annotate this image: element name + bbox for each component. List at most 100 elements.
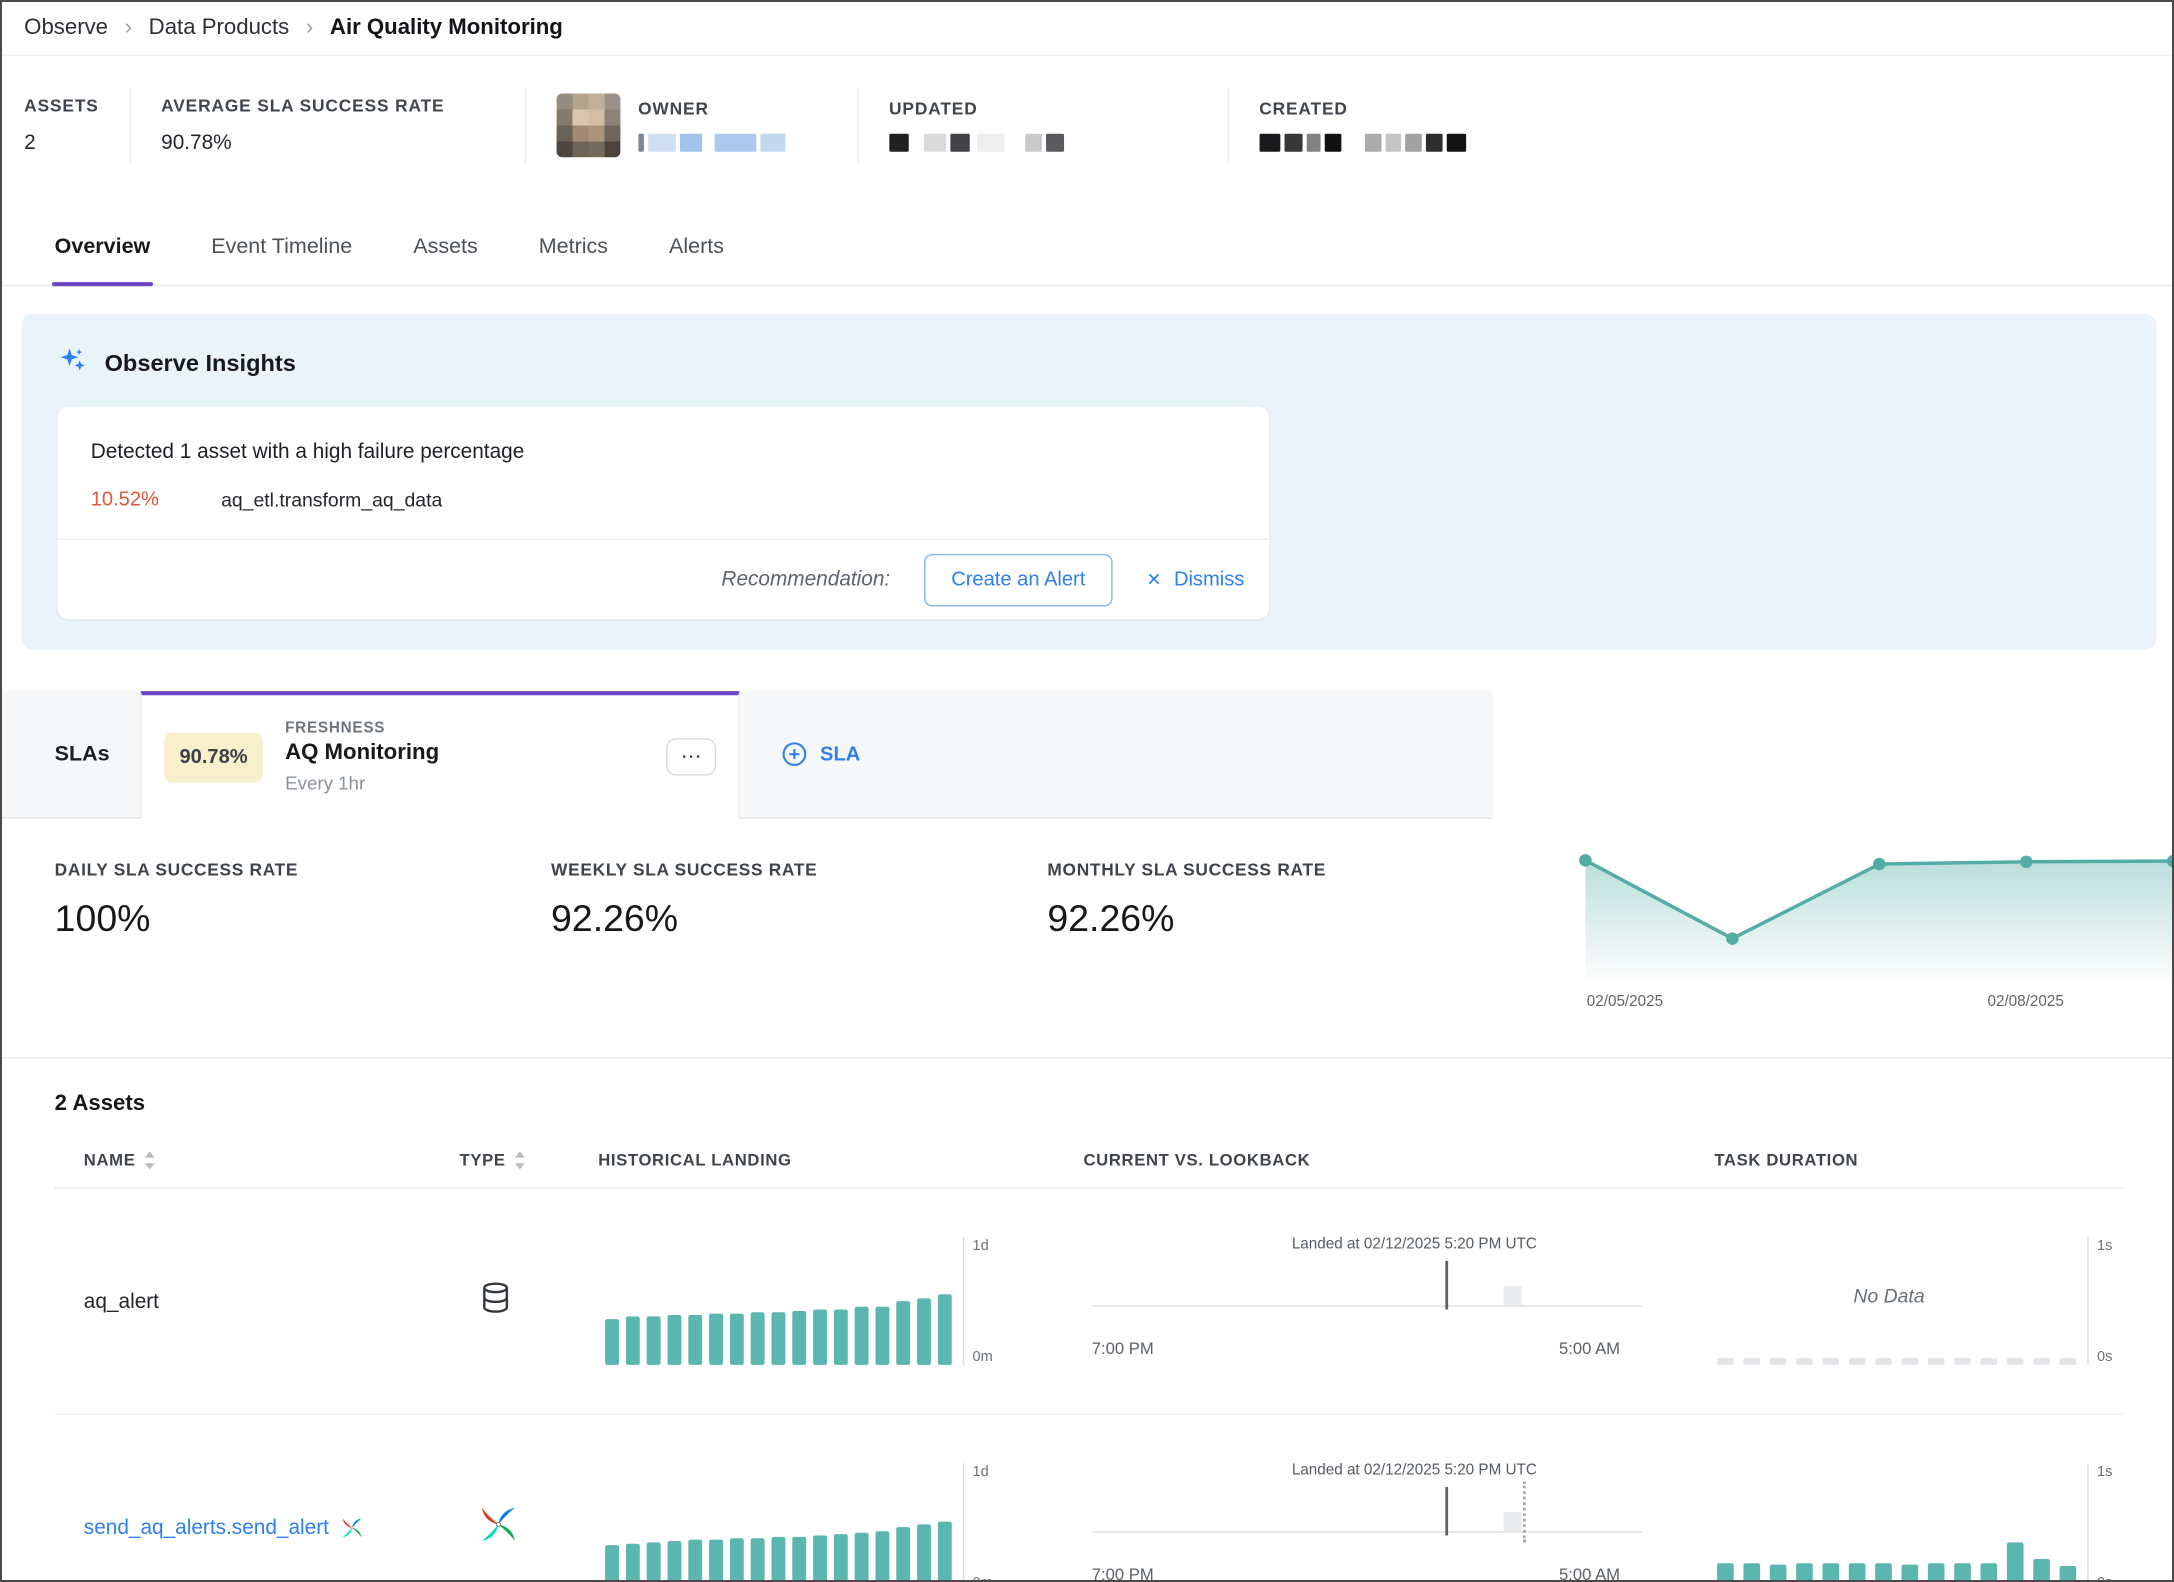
landing-marker	[1446, 1261, 1449, 1310]
tab-overview[interactable]: Overview	[52, 211, 153, 284]
y-axis-min-label: 0s	[2097, 1348, 2123, 1365]
breadcrumb-data-products[interactable]: Data Products	[149, 16, 290, 41]
monthly-sla-label: MONTHLY SLA SUCCESS RATE	[1047, 860, 1543, 879]
weekly-sla-value: 92.26%	[551, 898, 1047, 941]
failure-percentage: 10.52%	[91, 489, 221, 511]
add-sla-button[interactable]: SLA	[773, 740, 869, 769]
current-vs-lookback-chart: Landed at 02/12/2025 5:20 PM UTC 7:00 PM…	[1083, 1445, 1658, 1582]
breadcrumb-current-page: Air Quality Monitoring	[330, 16, 563, 41]
divider	[524, 88, 525, 163]
page-canvas: Observe › Data Products › Air Quality Mo…	[2, 2, 2174, 1582]
column-header-name[interactable]: NAME	[55, 1150, 460, 1169]
y-axis-min-label: 0m	[973, 1574, 1002, 1582]
owner-avatar	[556, 94, 620, 158]
y-axis-max-label: 1d	[973, 1463, 1002, 1480]
asset-type-cell	[460, 1503, 599, 1552]
sla-kind-label: FRESHNESS	[285, 720, 644, 737]
column-header-current-vs-lookback: CURRENT VS. LOOKBACK	[1083, 1150, 1714, 1169]
plus-circle-icon	[781, 741, 807, 767]
sla-name: AQ Monitoring	[285, 741, 644, 766]
baseline	[1092, 1531, 1642, 1532]
divider	[129, 88, 130, 163]
sort-icon	[144, 1151, 156, 1169]
tab-metrics[interactable]: Metrics	[536, 211, 611, 284]
metric-daily-sla: DAILY SLA SUCCESS RATE 100%	[55, 860, 551, 1057]
assets-label: ASSETS	[24, 96, 99, 115]
daily-sla-value: 100%	[55, 898, 551, 941]
metric-monthly-sla: MONTHLY SLA SUCCESS RATE 92.26%	[1047, 860, 1543, 1057]
landed-annotation: Landed at 02/12/2025 5:20 PM UTC	[1292, 1236, 1537, 1253]
redacted-updated-value	[889, 134, 1197, 152]
sla-trend: 02/05/2025 02/08/2025	[1555, 841, 2174, 1021]
monthly-sla-value: 92.26%	[1047, 898, 1543, 941]
no-data-label: No Data	[1717, 1285, 2061, 1307]
tab-alerts[interactable]: Alerts	[666, 211, 726, 284]
insights-title: Observe Insights	[105, 349, 296, 377]
asset-name-link[interactable]: send_aq_alerts.send_alert	[55, 1515, 460, 1539]
lookback-bar	[1503, 1286, 1521, 1305]
sparkle-icon	[57, 344, 88, 381]
breadcrumb: Observe › Data Products › Air Quality Mo…	[2, 2, 2174, 56]
asset-row-send-aq-alerts: send_aq_alerts.send_alert	[55, 1415, 2124, 1582]
x-axis-end-label: 5:00 AM	[1559, 1565, 1620, 1582]
avg-sla-label: AVERAGE SLA SUCCESS RATE	[161, 96, 494, 115]
landing-marker	[1446, 1487, 1449, 1536]
stat-owner: OWNER	[556, 94, 826, 158]
name-header-label: NAME	[84, 1150, 136, 1169]
now-marker	[1524, 1481, 1527, 1542]
y-axis-max-label: 1s	[2097, 1237, 2123, 1254]
stat-avg-sla: AVERAGE SLA SUCCESS RATE 90.78%	[161, 96, 494, 154]
column-header-historical-landing: HISTORICAL LANDING	[598, 1150, 1083, 1169]
airflow-icon	[478, 1503, 520, 1545]
sla-tab-aq-monitoring[interactable]: 90.78% FRESHNESS AQ Monitoring Every 1hr…	[141, 691, 740, 819]
insight-headline: Detected 1 asset with a high failure per…	[57, 407, 1269, 483]
task-duration-chart: No Data 1s 0s	[1717, 1237, 2123, 1365]
y-axis-max-label: 1d	[973, 1237, 1002, 1254]
stats-bar: ASSETS 2 AVERAGE SLA SUCCESS RATE 90.78%…	[2, 56, 2174, 195]
daily-sla-label: DAILY SLA SUCCESS RATE	[55, 860, 551, 879]
created-label: CREATED	[1259, 99, 1466, 118]
y-axis-max-label: 1s	[2097, 1463, 2123, 1480]
app-window: Observe › Data Products › Air Quality Mo…	[0, 0, 2174, 1582]
sla-schedule: Every 1hr	[285, 773, 644, 794]
sort-icon	[514, 1151, 526, 1169]
stat-updated: UPDATED	[889, 99, 1197, 152]
insight-card: Detected 1 asset with a high failure per…	[57, 407, 1269, 619]
chevron-right-icon: ›	[306, 16, 313, 41]
recommendation-label: Recommendation:	[721, 568, 890, 592]
x-axis-end-label: 5:00 AM	[1559, 1339, 1620, 1358]
stat-created: CREATED	[1259, 99, 1466, 152]
create-alert-button[interactable]: Create an Alert	[923, 553, 1113, 606]
asset-type-cell	[460, 1280, 599, 1323]
sla-success-badge: 90.78%	[164, 732, 263, 782]
airflow-icon	[340, 1515, 364, 1539]
tab-assets[interactable]: Assets	[410, 211, 480, 284]
column-header-type[interactable]: TYPE	[460, 1150, 599, 1169]
divider	[857, 88, 858, 163]
chevron-right-icon: ›	[125, 16, 132, 41]
sla-more-button[interactable]: ⋯	[666, 738, 716, 775]
y-axis-min-label: 0m	[973, 1348, 1002, 1365]
owner-label: OWNER	[638, 99, 785, 118]
avg-sla-value: 90.78%	[161, 131, 494, 155]
current-vs-lookback-chart: Landed at 02/12/2025 5:20 PM UTC 7:00 PM…	[1083, 1219, 1658, 1383]
breadcrumb-observe[interactable]: Observe	[24, 16, 108, 41]
dismiss-button[interactable]: ✕ Dismiss	[1146, 568, 1244, 590]
task-duration-chart: 1s 0s	[1717, 1463, 2123, 1582]
assets-section-title: 2 Assets	[55, 1092, 2124, 1117]
baseline	[1092, 1305, 1642, 1306]
sla-metrics-row: DAILY SLA SUCCESS RATE 100% WEEKLY SLA S…	[2, 819, 2174, 1059]
redacted-owner-name	[638, 134, 785, 152]
tab-event-timeline[interactable]: Event Timeline	[209, 211, 356, 284]
database-icon	[478, 1280, 514, 1316]
asset-row-aq-alert: aq_alert 1d 0m Landed at 02/12/2025 5:20…	[55, 1189, 2124, 1415]
metric-weekly-sla: WEEKLY SLA SUCCESS RATE 92.26%	[551, 860, 1047, 1057]
lookback-bar	[1503, 1512, 1521, 1531]
historical-landing-chart: 1d 0m	[605, 1463, 1083, 1582]
y-axis-min-label: 0s	[2097, 1574, 2123, 1582]
divider	[1227, 88, 1228, 163]
stat-assets: ASSETS 2	[24, 96, 99, 154]
landed-annotation: Landed at 02/12/2025 5:20 PM UTC	[1292, 1462, 1537, 1479]
column-header-task-duration: TASK DURATION	[1714, 1150, 2123, 1169]
x-axis-start-label: 7:00 PM	[1092, 1339, 1154, 1358]
